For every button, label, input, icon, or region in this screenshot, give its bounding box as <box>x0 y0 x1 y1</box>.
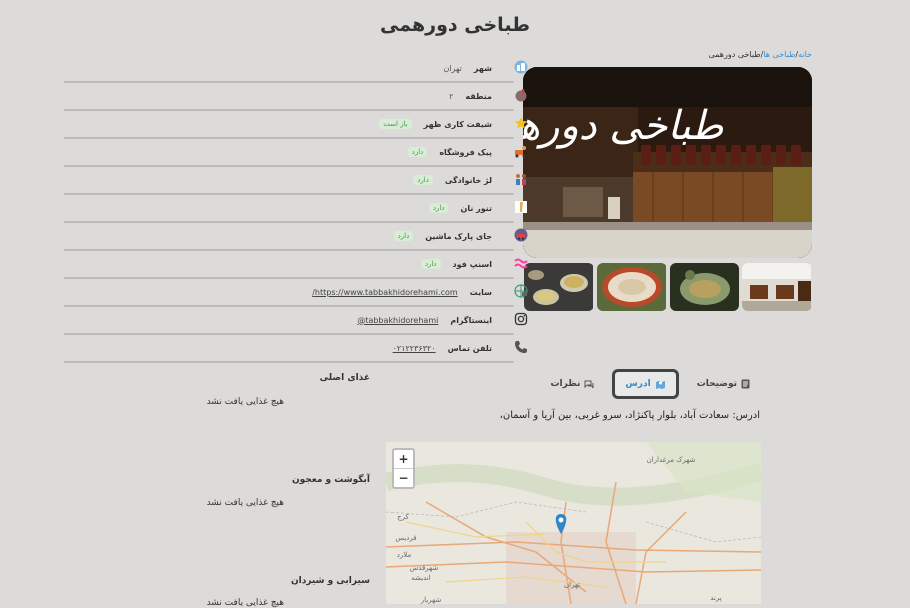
photo-thumbnails <box>524 263 812 311</box>
restaurant-info-list: شهر تهران منطقه ۲ شیفت کاری ظهر باز است پیک فر… <box>64 55 528 363</box>
info-value: ۲ <box>449 91 454 101</box>
delivery-icon <box>512 144 528 160</box>
info-row: تلفن تماس ۰۲۱۲۲۳۶۳۲۰ <box>64 335 527 363</box>
info-label: سایت <box>469 287 492 297</box>
info-row: سایت https://www.tabbakhidorehami.com/ <box>64 279 528 307</box>
comments-icon <box>584 380 594 388</box>
info-row: منطقه ۲ <box>64 83 527 111</box>
map-label: فردیس <box>395 534 416 542</box>
info-label: شهر <box>473 63 492 73</box>
info-label: منطقه <box>465 91 492 101</box>
info-value: تهران <box>443 63 462 73</box>
page-title: طباخی دورهمی <box>380 14 530 36</box>
info-row: شهر تهران <box>64 55 528 83</box>
info-label: تنور نان <box>460 203 492 213</box>
map-icon <box>655 381 665 389</box>
address-text: ادرس: سعادت آباد، بلوار پاکنژاد، سرو غرب… <box>499 410 760 421</box>
tab-comments[interactable]: نظرات <box>541 372 605 396</box>
status-badge: دارد <box>428 203 449 213</box>
detail-tabs: توضیحات ادرس نظرات <box>541 369 761 399</box>
hero-photo[interactable]: طباخی دورهمی <box>523 67 812 258</box>
info-row: اینستاگرام tabbakhidorehami@ <box>64 307 528 335</box>
tab-label: توضیحات <box>696 379 737 389</box>
breadcrumb: خانه/طباخی ها/طباخی دورهمی <box>708 50 812 59</box>
menu-section-title: سیرابی و شیردان <box>290 576 370 586</box>
info-link[interactable]: https://www.tabbakhidorehami.com/ <box>312 288 457 297</box>
tab-description[interactable]: توضیحات <box>687 372 760 396</box>
map-label: شهرک مرغداران <box>647 456 696 464</box>
website-icon <box>512 284 528 300</box>
status-badge: دارد <box>420 259 441 269</box>
region-icon <box>512 88 528 104</box>
map-label: ملارد <box>397 551 412 559</box>
map-tiles: کرج شهرقدس اندیشه شهریار تهران فردیس ملا… <box>386 442 761 604</box>
tab-address[interactable]: ادرس <box>612 369 679 399</box>
map-zoom-control: + − <box>392 448 415 489</box>
sign-text: طباخی دورهمی <box>523 103 725 149</box>
info-link[interactable]: tabbakhidorehami@ <box>357 316 438 325</box>
star-icon <box>512 116 528 132</box>
map-label: پرند <box>710 594 721 602</box>
parking-icon <box>512 228 528 244</box>
menu-section-empty: هیچ غذایی یافت نشد <box>206 397 284 407</box>
breadcrumb-current: طباخی دورهمی <box>708 50 761 59</box>
status-badge: باز است <box>379 119 412 129</box>
tab-label: ادرس <box>625 379 651 389</box>
info-label: شیفت کاری ظهر <box>423 119 492 129</box>
thumbnail-photo[interactable] <box>742 263 812 311</box>
status-badge: دارد <box>413 175 433 185</box>
restaurant-sign-illustration: طباخی دورهمی <box>523 67 812 258</box>
tab-label: نظرات <box>550 379 581 389</box>
thumbnail-photo[interactable] <box>524 263 594 311</box>
menu-section-empty: هیچ غذایی یافت نشد <box>206 598 284 608</box>
info-label: تلفن تماس <box>447 343 492 353</box>
map-label: اندیشه <box>411 574 431 582</box>
status-badge: دارد <box>407 147 428 157</box>
info-row: جای پارک ماشین دارد <box>64 223 528 251</box>
info-label: پیک فروشگاه <box>439 147 492 157</box>
city-icon <box>512 60 528 76</box>
snappfood-icon <box>512 256 528 272</box>
breadcrumb-home[interactable]: خانه <box>798 50 812 59</box>
info-label: جای پارک ماشین <box>425 231 492 241</box>
map-label: شهریار <box>420 596 442 604</box>
bread-oven-icon <box>512 200 528 216</box>
info-link[interactable]: ۰۲۱۲۲۳۶۳۲۰ <box>393 344 436 353</box>
thumbnail-photo[interactable] <box>596 263 667 311</box>
status-badge: دارد <box>393 231 414 241</box>
info-row: تنور نان دارد <box>64 195 527 223</box>
instagram-icon <box>512 312 528 328</box>
info-row: شیفت کاری ظهر باز است <box>64 111 527 139</box>
info-label: لژ خانوادگی <box>444 175 492 185</box>
location-map[interactable]: کرج شهرقدس اندیشه شهریار تهران فردیس ملا… <box>386 442 761 604</box>
map-label: شهرقدس <box>410 564 439 572</box>
family-icon <box>512 172 528 188</box>
menu-section-empty: هیچ غذایی یافت نشد <box>206 498 284 508</box>
zoom-out-button[interactable]: − <box>394 468 413 487</box>
info-row: لژ خانوادگی دارد <box>64 167 526 195</box>
info-row: اسنپ فود دارد <box>64 251 528 279</box>
phone-icon <box>512 340 528 356</box>
info-label: اسنپ فود <box>452 259 493 269</box>
document-icon <box>741 379 750 389</box>
map-label: تهران <box>564 581 580 589</box>
menu-section-title: آبگوشت و معجون <box>291 475 370 485</box>
map-label: کرج <box>397 513 409 521</box>
info-label: اینستاگرام <box>450 315 492 325</box>
info-row: پیک فروشگاه دارد <box>64 139 526 167</box>
menu-section-title: غذای اصلی <box>319 373 370 383</box>
thumbnail-photo[interactable] <box>669 263 740 311</box>
breadcrumb-category[interactable]: طباخی ها <box>763 50 795 59</box>
zoom-in-button[interactable]: + <box>394 450 413 468</box>
